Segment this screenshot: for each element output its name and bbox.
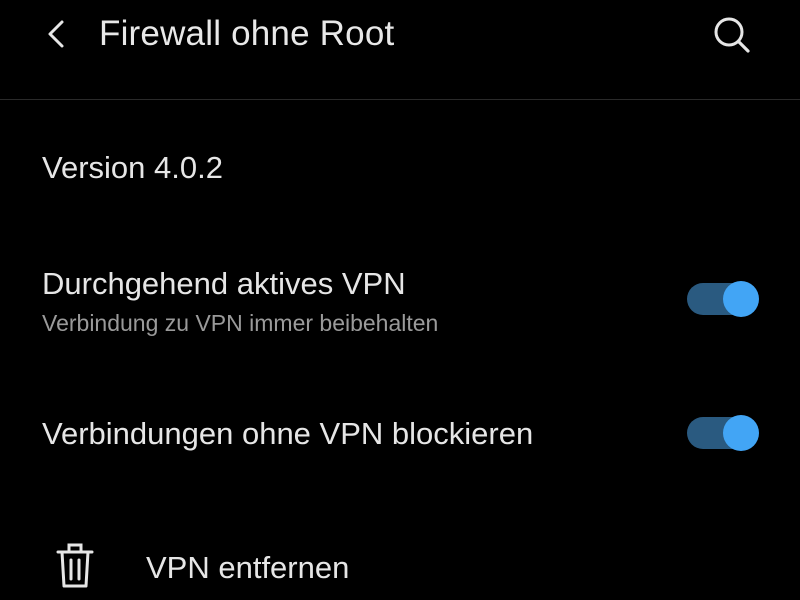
remove-vpn-row[interactable] bbox=[0, 530, 800, 600]
toggle-thumb bbox=[723, 415, 759, 451]
page-title: Firewall ohne Root bbox=[99, 14, 395, 53]
remove-vpn-label[interactable]: VPN entfernen bbox=[146, 548, 349, 588]
search-icon bbox=[714, 17, 750, 53]
toggle-thumb bbox=[723, 281, 759, 317]
trash-icon bbox=[56, 543, 94, 588]
always-on-vpn-toggle[interactable] bbox=[687, 279, 759, 319]
version-text: Version 4.0.2 bbox=[42, 150, 223, 185]
app-bar: Firewall ohne Root bbox=[0, 0, 800, 100]
search-button[interactable] bbox=[706, 9, 758, 61]
always-on-vpn-title: Durchgehend aktives VPN bbox=[42, 266, 406, 301]
always-on-vpn-subtitle: Verbindung zu VPN immer beibehalten bbox=[42, 310, 439, 336]
always-on-vpn-row[interactable]: Durchgehend aktives VPN Verbindung zu VP… bbox=[0, 258, 800, 348]
block-without-vpn-row[interactable]: Verbindungen ohne VPN blockieren bbox=[0, 404, 800, 466]
block-without-vpn-toggle[interactable] bbox=[687, 413, 759, 453]
chevron-left-icon bbox=[48, 20, 64, 48]
back-button[interactable] bbox=[34, 12, 78, 56]
block-without-vpn-title: Verbindungen ohne VPN blockieren bbox=[42, 416, 534, 451]
